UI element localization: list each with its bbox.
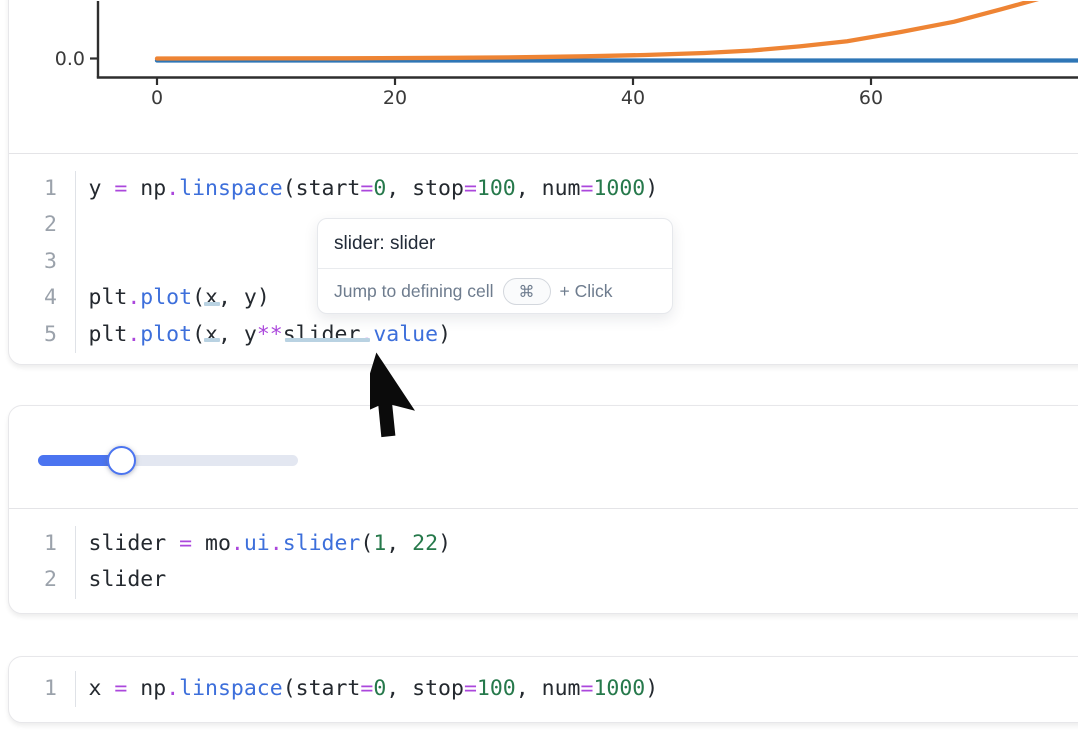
code-token: 22 xyxy=(412,531,438,556)
command-key-icon: ⌘ xyxy=(503,278,551,305)
line-number: 1 xyxy=(9,526,57,563)
code-token: . xyxy=(270,531,283,556)
marimo-notebook: { "app": {"kind": "marimo notebook (ligh… xyxy=(0,0,1078,746)
matplotlib-line-chart: 0.0 0 20 40 60 xyxy=(9,1,1078,153)
slider-handle[interactable] xyxy=(107,446,136,475)
code-token: . xyxy=(231,531,244,556)
code-lines[interactable]: slider = mo.ui.slider(1, 22)slider xyxy=(75,526,1078,599)
jump-to-defining-cell-action[interactable]: Jump to defining cell ⌘ + Click xyxy=(318,269,672,314)
code-token: (start xyxy=(283,176,361,201)
code-token: ( xyxy=(360,531,373,556)
code-token: linspace xyxy=(179,176,283,201)
code-token: ** xyxy=(257,322,283,347)
line-number-gutter: 1 xyxy=(9,671,57,708)
line-number: 2 xyxy=(9,562,57,599)
code-token: linspace xyxy=(179,676,283,701)
code-token: = xyxy=(179,531,192,556)
svg-text:20: 20 xyxy=(383,87,407,109)
code-token: x xyxy=(89,676,115,701)
code-token: plot xyxy=(140,322,192,347)
code-token: = xyxy=(464,176,477,201)
code-token: value xyxy=(373,322,438,347)
code-token: ) xyxy=(645,676,658,701)
code-token: ) xyxy=(645,176,658,201)
svg-text:0.0: 0.0 xyxy=(55,48,85,70)
code-token: , num xyxy=(516,676,581,701)
code-token: . xyxy=(127,322,140,347)
code-token: 100 xyxy=(477,176,516,201)
svg-text:0: 0 xyxy=(151,87,163,109)
output-code-divider xyxy=(9,508,1078,509)
code-token: mo xyxy=(192,531,231,556)
svg-text:40: 40 xyxy=(621,87,645,109)
click-suffix-label: + Click xyxy=(560,281,613,302)
code-token: np xyxy=(127,176,166,201)
code-token: 0 xyxy=(373,176,386,201)
line-number: 1 xyxy=(9,171,57,208)
line-number: 3 xyxy=(9,244,57,281)
code-token: plot xyxy=(140,285,192,310)
code-token: 0 xyxy=(373,676,386,701)
code-token: slider xyxy=(283,531,361,556)
code-line[interactable]: y = np.linspace(start=0, stop=100, num=1… xyxy=(89,171,1078,208)
code-token: plt xyxy=(89,285,128,310)
code-token: , stop xyxy=(386,676,464,701)
code-token: ) xyxy=(438,322,451,347)
code-editor[interactable]: 1 x = np.linspace(start=0, stop=100, num… xyxy=(9,671,1078,708)
code-token: ) xyxy=(438,531,451,556)
code-token: = xyxy=(114,676,127,701)
code-token: , num xyxy=(516,176,581,201)
underlined-variable-token[interactable]: x xyxy=(205,322,218,347)
output-code-divider xyxy=(9,153,1078,154)
variable-hover-tooltip: slider: slider Jump to defining cell ⌘ +… xyxy=(317,218,673,314)
code-editor[interactable]: 12 slider = mo.ui.slider(1, 22)slider xyxy=(9,526,1078,599)
code-token: y xyxy=(89,176,115,201)
code-token: , y) xyxy=(218,285,270,310)
notebook-cell-x: 1 x = np.linspace(start=0, stop=100, num… xyxy=(8,656,1078,723)
jump-action-label: Jump to defining cell xyxy=(334,281,494,302)
code-token: ( xyxy=(192,285,205,310)
underlined-variable-token[interactable]: x xyxy=(205,285,218,310)
code-token: , y xyxy=(218,322,257,347)
line-number: 5 xyxy=(9,317,57,354)
code-token: . xyxy=(166,176,179,201)
code-lines[interactable]: x = np.linspace(start=0, stop=100, num=1… xyxy=(75,671,1078,708)
code-line[interactable]: x = np.linspace(start=0, stop=100, num=1… xyxy=(89,671,1078,708)
line-number-gutter: 12 xyxy=(9,526,57,599)
code-token: 1000 xyxy=(593,676,645,701)
code-token: plt xyxy=(89,322,128,347)
code-line[interactable]: plt.plot(x, y**slider.value) xyxy=(89,317,1078,354)
code-token: ( xyxy=(192,322,205,347)
tooltip-variable-title: slider: slider xyxy=(318,219,672,269)
code-token: . xyxy=(166,676,179,701)
code-token: = xyxy=(580,676,593,701)
line-number-gutter: 12345 xyxy=(9,171,57,354)
code-token: = xyxy=(360,176,373,201)
code-token: (start xyxy=(283,676,361,701)
code-token: 1 xyxy=(373,531,386,556)
code-token: 1000 xyxy=(593,176,645,201)
code-token: . xyxy=(127,285,140,310)
svg-text:60: 60 xyxy=(859,87,883,109)
code-token: np xyxy=(127,676,166,701)
code-line[interactable]: slider = mo.ui.slider(1, 22) xyxy=(89,526,1078,563)
mouse-pointer-icon xyxy=(370,349,448,453)
code-token: . xyxy=(360,322,373,347)
code-token: = xyxy=(360,676,373,701)
code-token: = xyxy=(464,676,477,701)
code-token: ui xyxy=(244,531,270,556)
code-token: = xyxy=(114,176,127,201)
code-token: slider xyxy=(89,567,167,592)
code-token: , stop xyxy=(386,176,464,201)
code-token: = xyxy=(580,176,593,201)
underlined-variable-token[interactable]: slider xyxy=(283,322,361,347)
code-token: slider xyxy=(89,531,180,556)
code-token: , xyxy=(386,531,412,556)
code-token: 100 xyxy=(477,676,516,701)
line-number: 2 xyxy=(9,207,57,244)
line-number: 4 xyxy=(9,280,57,317)
notebook-cell-slider: 12 slider = mo.ui.slider(1, 22)slider xyxy=(8,405,1078,614)
line-number: 1 xyxy=(9,671,57,708)
code-line[interactable]: slider xyxy=(89,562,1078,599)
